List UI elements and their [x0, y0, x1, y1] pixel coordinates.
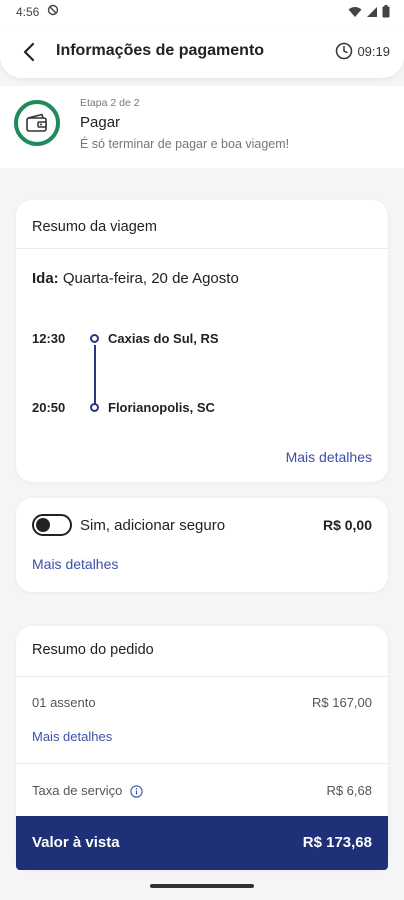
step-title: Pagar — [80, 114, 121, 131]
info-icon[interactable] — [130, 785, 143, 798]
insurance-price: R$ 0,00 — [322, 517, 372, 533]
step-subtitle: É só terminar de pagar e boa viagem! — [80, 137, 290, 151]
departure-time: 12:30 — [32, 331, 66, 346]
order-summary-title: Resumo do pedido — [32, 642, 154, 658]
departure-dot — [90, 334, 99, 343]
step-progress-ring — [14, 100, 60, 146]
toggle-knob — [36, 518, 50, 532]
total-bar[interactable]: Valor à vista R$ 173,68 — [16, 816, 388, 870]
step-banner: Etapa 2 de 2 Pagar É só terminar de paga… — [0, 86, 404, 168]
service-fee-row: Taxa de serviço — [32, 783, 143, 798]
insurance-card: Sim, adicionar seguro R$ 0,00 Mais detal… — [16, 498, 388, 592]
divider — [16, 676, 388, 677]
clock-icon — [336, 42, 353, 60]
divider — [16, 763, 388, 764]
order-details-link[interactable]: Mais detalhes — [32, 729, 112, 744]
departure-city: Caxias do Sul, RS — [108, 331, 219, 346]
service-fee-label: Taxa de serviço — [32, 783, 123, 798]
status-bar: 4:56 — [0, 0, 404, 26]
trip-date-value: Quarta-feira, 20 de Agosto — [62, 270, 239, 287]
timer-value: 09:19 — [357, 43, 390, 59]
app-header: Informações de pagamento 09:19 — [0, 26, 404, 78]
signal-icon — [367, 6, 377, 17]
insurance-details-link[interactable]: Mais detalhes — [32, 556, 118, 572]
wifi-icon — [348, 6, 362, 17]
trip-date: Ida: Quarta-feira, 20 de Agosto — [32, 270, 239, 287]
trip-summary-title: Resumo da viagem — [32, 219, 157, 235]
trip-direction: Ida: — [32, 270, 59, 287]
step-indicator: Etapa 2 de 2 — [80, 97, 140, 109]
insurance-toggle[interactable] — [32, 514, 72, 536]
service-fee-value: R$ 6,68 — [326, 783, 372, 798]
do-not-disturb-icon — [47, 4, 59, 16]
page-title: Informações de pagamento — [56, 42, 265, 59]
total-label: Valor à vista — [32, 834, 120, 851]
trip-summary-card: Resumo da viagem Ida: Quarta-feira, 20 d… — [16, 200, 388, 482]
battery-icon — [382, 5, 390, 18]
arrival-city: Florianopolis, SC — [108, 400, 215, 415]
insurance-label: Sim, adicionar seguro — [80, 517, 226, 534]
wallet-icon — [26, 113, 47, 132]
total-value: R$ 173,68 — [302, 834, 372, 851]
status-indicators — [348, 5, 390, 18]
trip-details-link[interactable]: Mais detalhes — [286, 449, 372, 465]
status-time: 4:56 — [16, 5, 40, 19]
divider — [16, 248, 388, 249]
arrival-dot — [90, 403, 99, 412]
seat-label: 01 assento — [32, 695, 96, 710]
session-timer: 09:19 — [335, 42, 390, 60]
back-arrow-icon[interactable] — [18, 40, 42, 64]
route-line — [94, 345, 96, 405]
seat-price: R$ 167,00 — [312, 695, 372, 710]
arrival-time: 20:50 — [32, 400, 66, 415]
home-indicator[interactable] — [150, 884, 254, 888]
